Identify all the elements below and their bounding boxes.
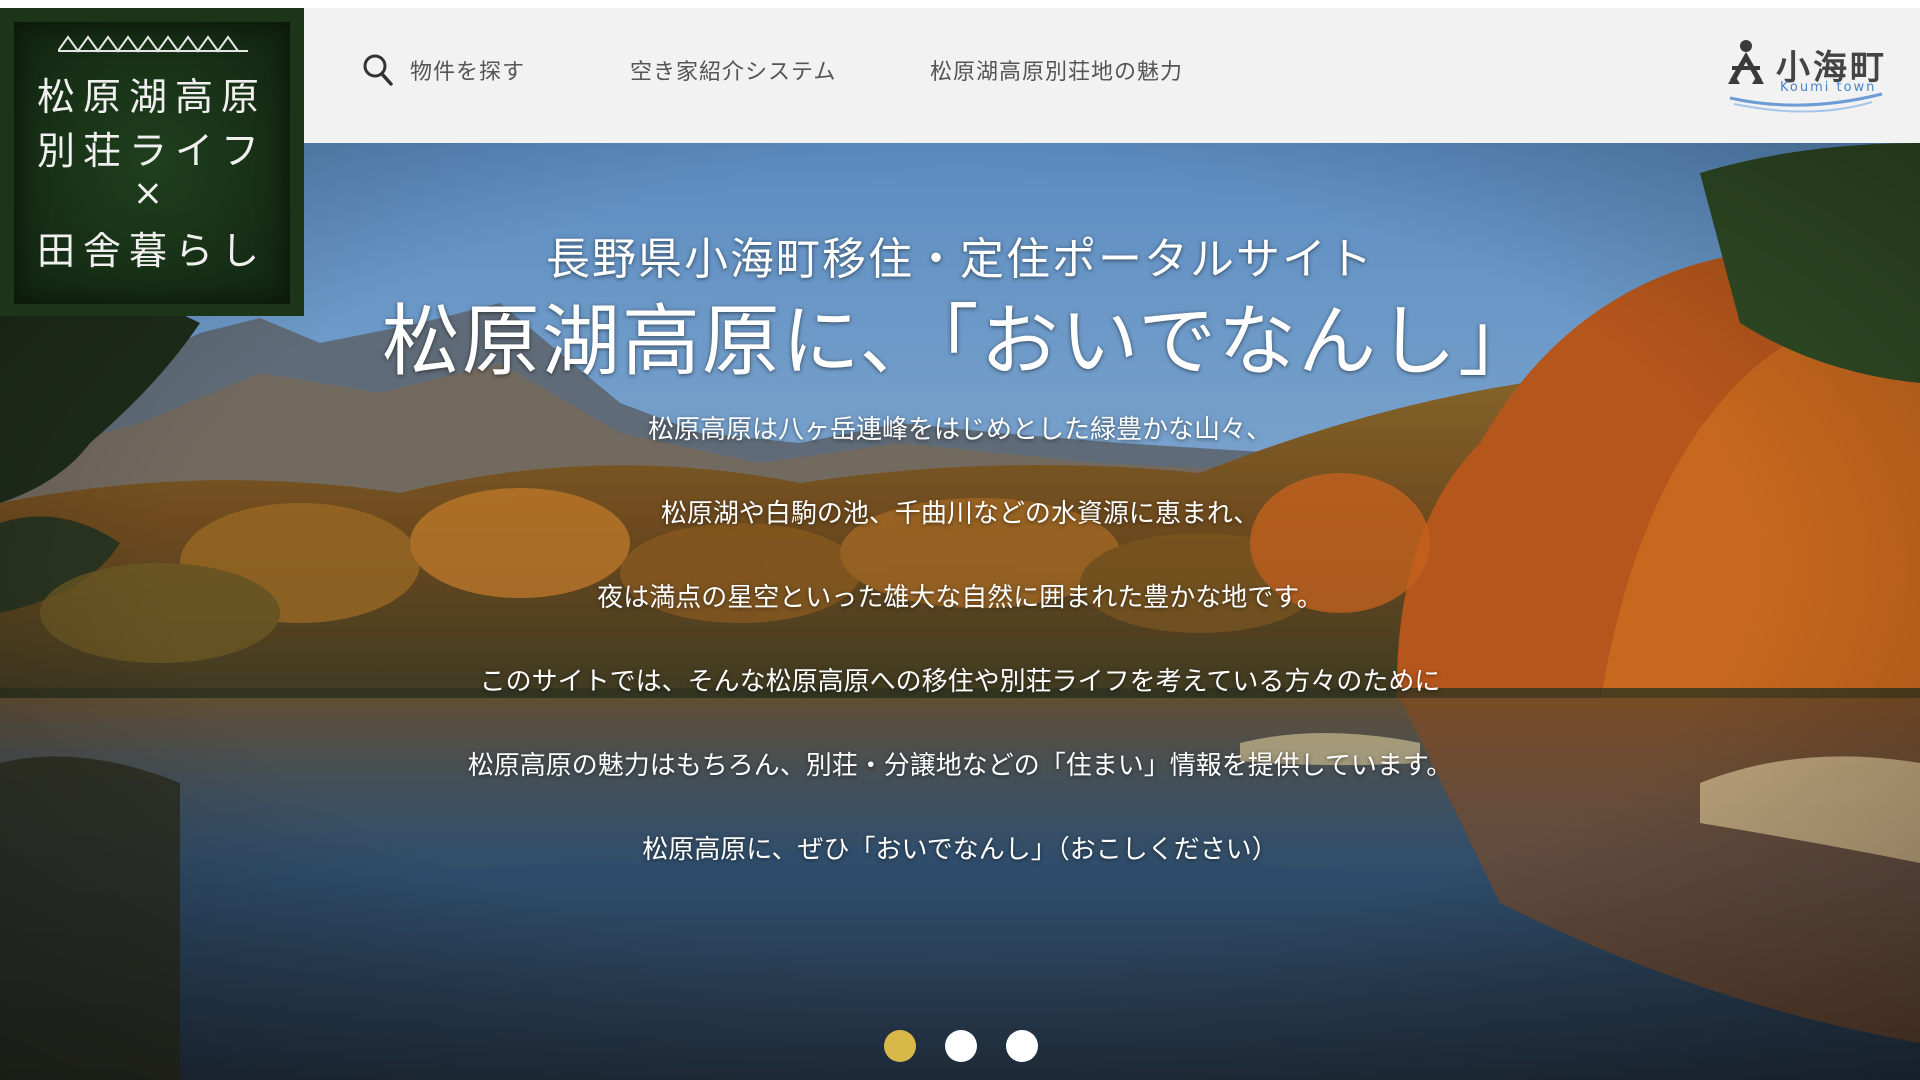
slider-pagination	[0, 1030, 1920, 1064]
badge-line-3: ×	[132, 173, 172, 214]
nav-charm-label: 松原湖高原別荘地の魅力	[930, 60, 1184, 85]
nav-akiya-label: 空き家紹介システム	[630, 60, 837, 85]
top-border	[0, 0, 1920, 8]
hero-line: 松原高原は八ヶ岳連峰をはじめとした緑豊かな山々、	[647, 415, 1272, 445]
koumi-town-logo[interactable]: 小海町 Koumi town	[1722, 36, 1894, 116]
slider-dot-3[interactable]	[1006, 1030, 1038, 1062]
badge-line-2: 別荘ライフ	[36, 129, 267, 173]
badge-line-4: 田舎暮らし	[36, 229, 267, 273]
nav-search-label: 物件を探す	[410, 60, 526, 85]
nav-search-properties[interactable]: 物件を探す	[362, 52, 525, 88]
hero-line: このサイトでは、そんな松原高原への移住や別荘ライフを考えている方々のために	[479, 667, 1441, 697]
mountain-zigzag-icon	[58, 35, 248, 53]
hero-line: 夜は満点の星空といった雄大な自然に囲まれた豊かな地です。	[597, 583, 1323, 613]
search-icon	[363, 54, 393, 86]
hero-line: 松原湖や白駒の池、千曲川などの水資源に恵まれ、	[660, 499, 1260, 529]
nav-villa-charm[interactable]: 松原湖高原別荘地の魅力	[930, 52, 1183, 88]
badge-line-1: 松原湖高原	[36, 75, 267, 119]
slider-dot-1[interactable]	[884, 1030, 916, 1062]
logo-subtext: Koumi town	[1780, 80, 1877, 95]
hero-line: 松原高原の魅力はもちろん、別荘・分譲地などの「住まい」情報を提供しています。	[467, 751, 1453, 781]
hero-line: 松原高原に、ぜひ「おいでなんし」（おこしください）	[642, 835, 1278, 865]
site-title-badge[interactable]: 松原湖高原 別荘ライフ × 田舎暮らし	[0, 8, 304, 316]
nav-akiya-system[interactable]: 空き家紹介システム	[630, 52, 836, 88]
slider-dot-2[interactable]	[945, 1030, 977, 1062]
